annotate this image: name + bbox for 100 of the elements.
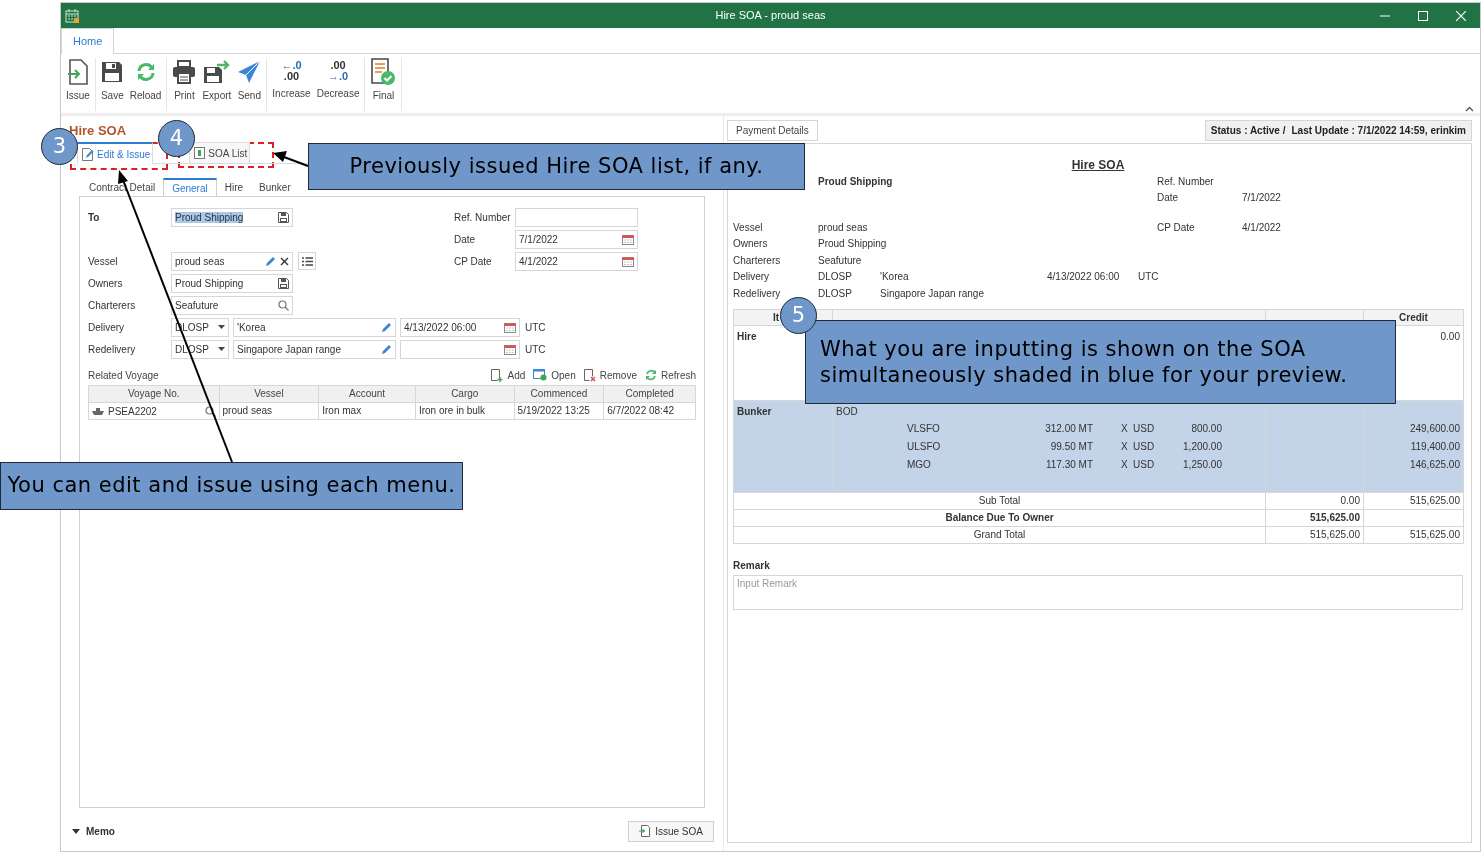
save-arrow-icon [202, 60, 231, 84]
place-field[interactable]: Singapore Japan range [233, 339, 396, 359]
field-label: Redelivery [88, 342, 137, 357]
form-tab[interactable]: Bunker [251, 178, 299, 197]
price-text: 800.00 [1190, 421, 1222, 436]
send-button[interactable]: Send [234, 58, 265, 103]
description-text: BOD [836, 405, 858, 417]
save-button[interactable]: Save [97, 58, 127, 103]
currency-text: USD [1133, 439, 1156, 454]
add-button[interactable]: Add [491, 367, 526, 383]
final-button[interactable]: Final [367, 58, 400, 103]
save-icon [278, 277, 289, 289]
calendar-icon [504, 343, 516, 355]
remark-label: Remark [733, 558, 771, 573]
caret-icon [218, 325, 225, 329]
meta-label: Ref. Number [1157, 175, 1215, 187]
calendar-icon [622, 255, 634, 267]
ship-icon [92, 407, 104, 415]
reload-button[interactable]: Reload [126, 58, 165, 103]
add-document-icon [491, 368, 504, 382]
search-icon [204, 405, 216, 417]
export-button[interactable]: Export [199, 58, 235, 103]
text-field[interactable] [515, 207, 638, 227]
voyage-cell[interactable]: PSEA2202 [89, 403, 220, 419]
meta-label: Date [1157, 191, 1180, 203]
detail-value: Singapore Japan range [880, 286, 985, 301]
calendar-icon [65, 8, 79, 23]
table-cell-text: 6/7/2022 08:42 [606, 404, 676, 418]
soa-title: Hire SOA [1071, 157, 1125, 174]
detail-label: Charterers [733, 253, 782, 268]
pencil-icon [381, 343, 392, 355]
place-field[interactable]: 'Korea [233, 317, 396, 337]
quantity-text: 117.30 MT [1044, 457, 1093, 472]
column-header: Voyage No. [89, 386, 220, 402]
close-icon [280, 256, 289, 266]
increase-button[interactable]: ←.0 .00 Increase [269, 58, 314, 101]
datetime-field[interactable]: 4/13/2022 06:00 [400, 317, 520, 337]
save-icon [278, 211, 289, 223]
datetime-field[interactable] [400, 339, 520, 359]
panel-title: Hire SOA [69, 122, 127, 139]
item-name: Bunker [737, 405, 772, 417]
field-label: CP Date [454, 254, 493, 269]
timezone-label: UTC [525, 320, 546, 335]
pencil-icon [265, 255, 276, 267]
quantity-text: 312.00 MT [1044, 421, 1093, 436]
decrease-button[interactable]: .00 →.0 Decrease [313, 58, 363, 101]
price-text: 1,200.00 [1182, 439, 1222, 454]
document-icon [194, 147, 206, 159]
mode-tab[interactable]: Edit & Issue [77, 142, 154, 164]
detail-value: DLOSP [818, 270, 853, 285]
date-field[interactable]: 7/1/2022 [515, 229, 638, 249]
issue-button[interactable]: Issue [63, 58, 93, 103]
collapse-icon [1465, 106, 1474, 112]
remove-button[interactable]: Remove [583, 367, 637, 383]
detail-label: Redelivery [733, 286, 782, 301]
meta-value: 7/1/2022 [1242, 191, 1281, 203]
detail-value: 4/1/2022 [1242, 220, 1281, 235]
amount-text: 249,600.00 [1409, 422, 1460, 434]
column-header: Account [319, 386, 416, 402]
payment-details-button[interactable]: Payment Details [727, 119, 818, 141]
number-badge: 4 [158, 120, 195, 157]
list-button[interactable] [298, 252, 316, 270]
maximize-icon [1418, 10, 1428, 21]
print-button[interactable]: Print [169, 58, 200, 103]
mode-tab[interactable]: SOA List [189, 142, 251, 164]
detail-value: Proud Shipping [818, 237, 887, 252]
total-label: Sub Total [978, 495, 1021, 506]
printer-icon [172, 60, 197, 84]
operator-text: X [1121, 439, 1129, 454]
form-tab[interactable]: Hire [216, 178, 252, 197]
window-gear-icon [533, 369, 548, 381]
close-icon [1456, 10, 1466, 21]
arrow [273, 151, 309, 167]
field-label: Owners [88, 276, 124, 291]
memo-toggle[interactable]: Memo [69, 823, 115, 839]
search-field[interactable]: Seafuture [171, 295, 293, 315]
recipient-field[interactable]: Proud Shipping [171, 207, 293, 227]
open-button[interactable]: Open [533, 367, 576, 383]
last-update-text: Last Update : 7/1/2022 14:59, erinkim [1291, 123, 1466, 138]
detail-value: proud seas [818, 220, 868, 235]
total-label: Balance Due To Owner [945, 512, 1054, 523]
list-icon [301, 256, 313, 266]
pencil-icon [381, 321, 392, 333]
vessel-field[interactable]: proud seas [171, 251, 293, 271]
refresh-button[interactable]: Refresh [645, 367, 696, 383]
document-check-icon [370, 58, 397, 86]
ribbon-tab[interactable]: Home [61, 28, 115, 54]
document-arrow-icon [66, 59, 89, 85]
issue-soa-button[interactable]: Issue SOA [628, 820, 714, 842]
date-field[interactable]: 4/1/2022 [515, 251, 638, 271]
currency-text: USD [1133, 421, 1156, 436]
section-label: Related Voyage [88, 368, 159, 383]
amount-text: 0.00 [1440, 330, 1460, 342]
remark-field[interactable]: Input Remark [733, 574, 1463, 610]
fuel-name: ULSFO [907, 439, 942, 454]
owners-field[interactable]: Proud Shipping [171, 273, 293, 293]
operator-text: X [1121, 457, 1129, 472]
operator-text: X [1121, 421, 1129, 436]
detail-value: 4/13/2022 06:00 [1047, 270, 1121, 285]
detail-label: Delivery [733, 270, 771, 285]
